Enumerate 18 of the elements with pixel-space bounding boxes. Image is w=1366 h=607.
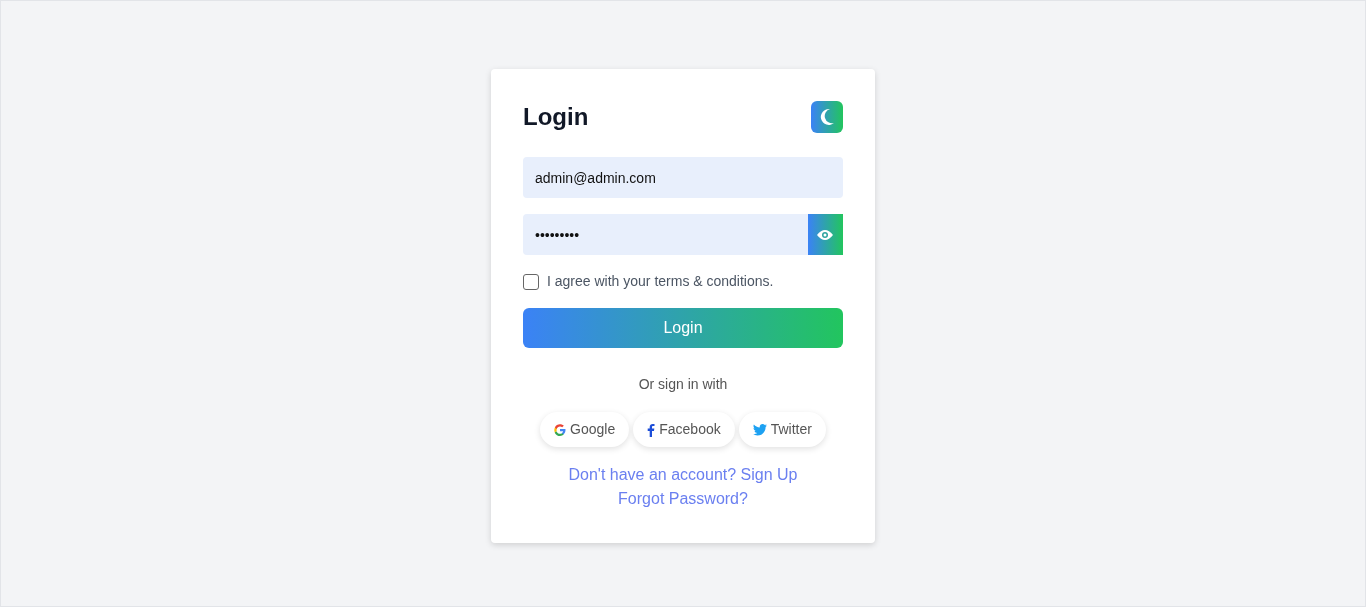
theme-toggle-button[interactable] [811, 101, 843, 133]
social-login-button[interactable]: Google [540, 412, 630, 447]
social-login-button[interactable]: Facebook [633, 412, 735, 447]
terms-label: I agree with your terms & conditions. [547, 272, 774, 291]
social-login-button[interactable]: Twitter [738, 412, 826, 447]
facebook-icon [647, 422, 656, 437]
forgot-password-link[interactable]: Forgot Password? [618, 487, 748, 511]
sign-in-with-text: Or sign in with [638, 376, 728, 392]
terms-checkbox[interactable] [523, 273, 539, 290]
moon-icon [819, 108, 835, 126]
bird-icon [752, 423, 767, 436]
google-icon [554, 423, 567, 436]
login-title: Login [523, 102, 589, 132]
sign-up-link[interactable]: Don't have an account? Sign Up [568, 463, 798, 487]
show-password-button[interactable] [807, 214, 843, 255]
email-field[interactable]: admin@admin.com [523, 157, 843, 198]
eye-icon [817, 228, 834, 241]
password-field[interactable]: ••••••••• [523, 214, 808, 255]
